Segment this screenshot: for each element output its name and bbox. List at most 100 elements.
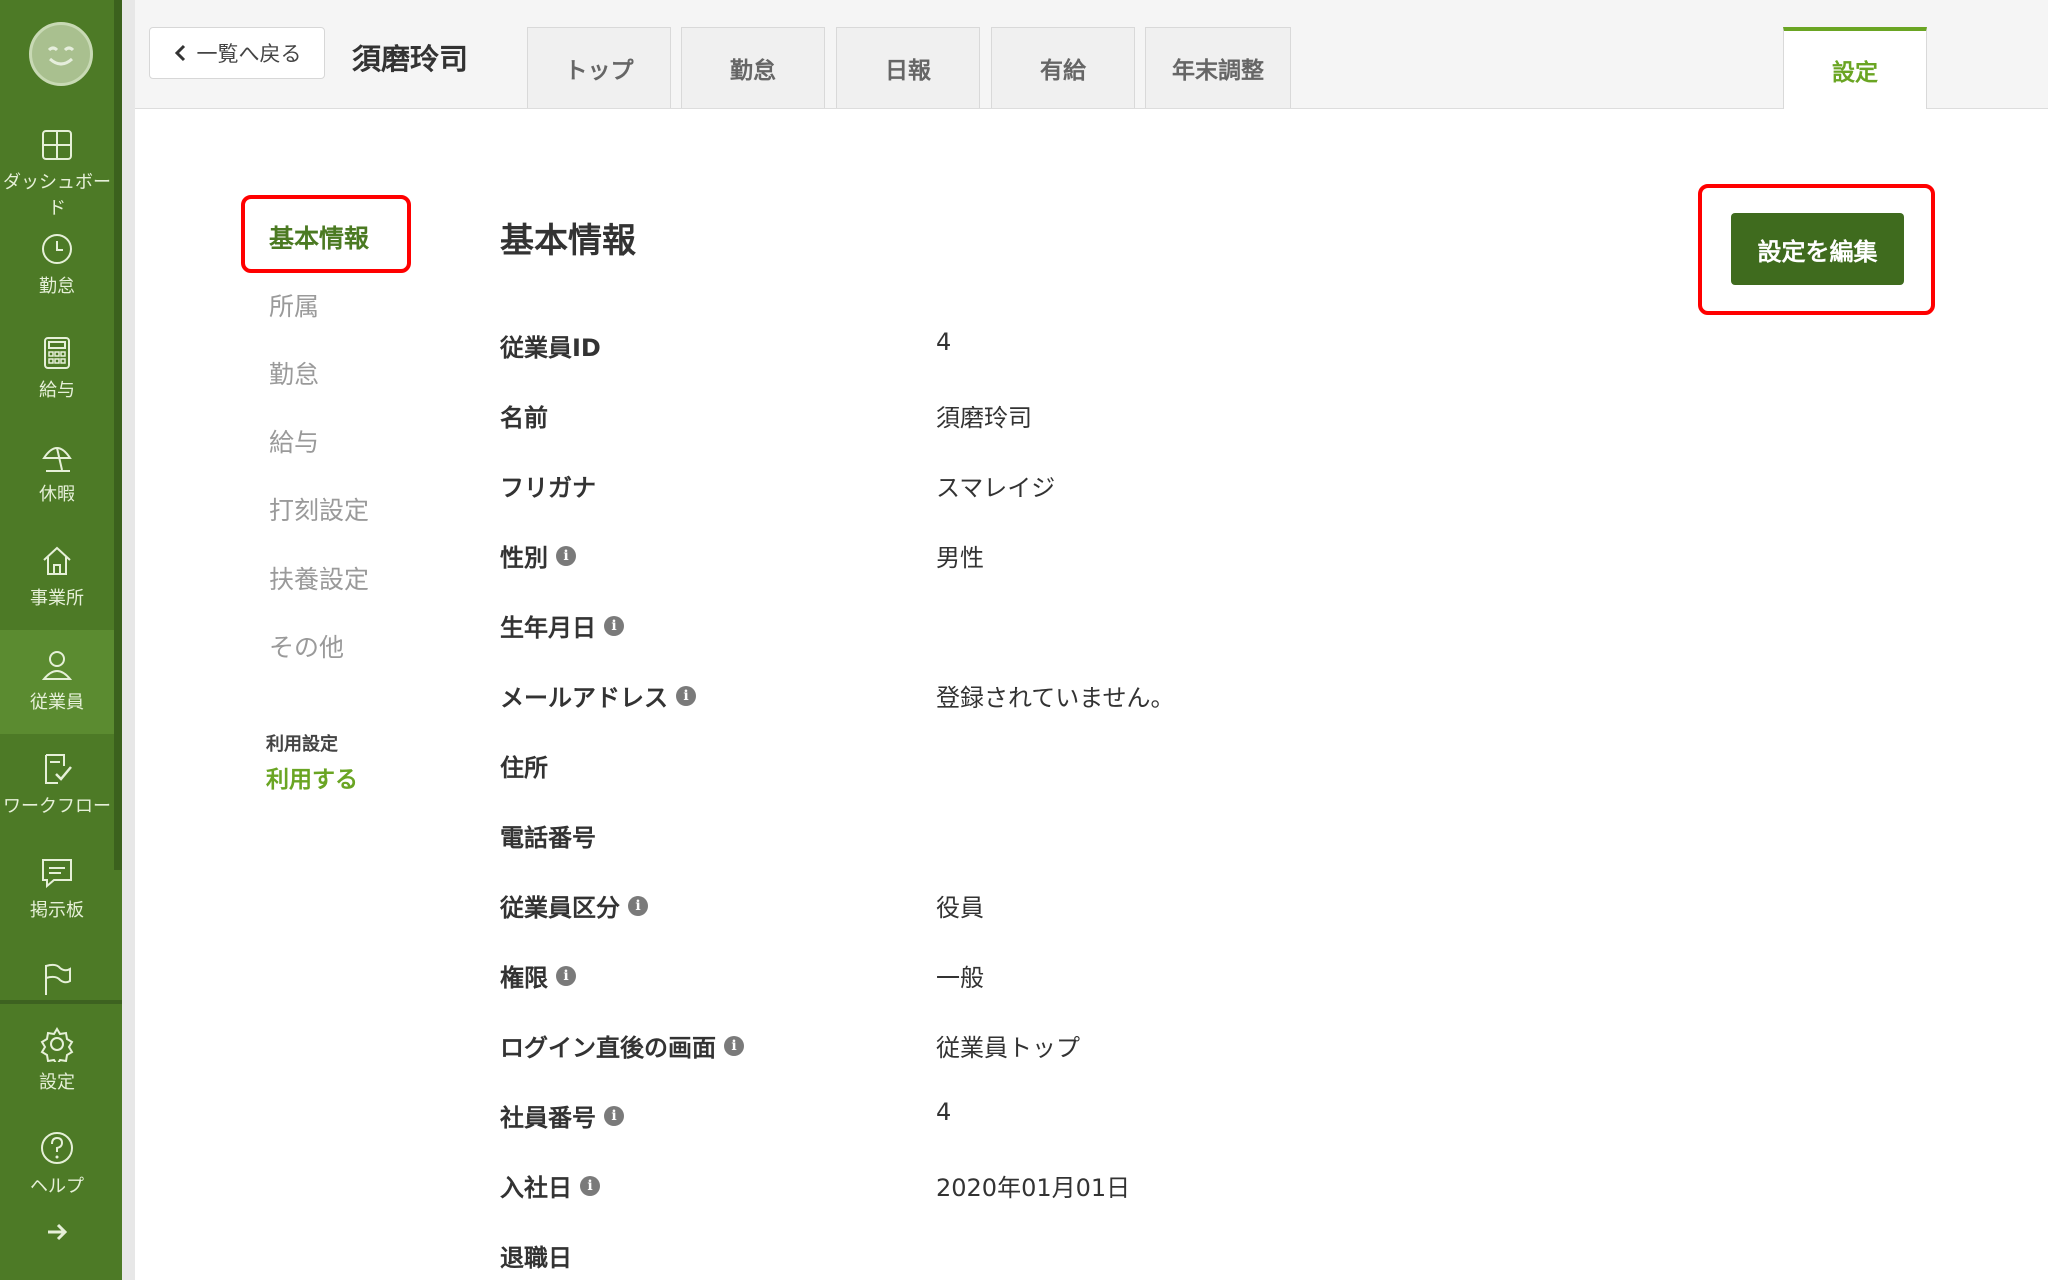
user-avatar-logo[interactable] [29,22,93,86]
sidebar-item-label: 掲示板 [30,900,84,921]
sidebar-item-office[interactable]: 事業所 [0,526,114,630]
sidebar-scrollbar[interactable] [114,0,122,870]
sidebar-item-label: 事業所 [30,588,84,609]
field-row-employee-id: 従業員ID 4 [500,328,1700,368]
sidebar-item-settings[interactable]: 設定 [0,1008,114,1112]
field-label: 電話番号 [500,824,596,852]
edit-settings-button[interactable]: 設定を編集 [1731,213,1904,285]
tab-daily-report[interactable]: 日報 [836,27,980,108]
field-row-phone: 電話番号 [500,818,1700,858]
info-icon[interactable]: i [556,545,576,566]
flag-icon [45,963,71,995]
field-label: ログイン直後の画面 i [500,1028,744,1063]
sidebar-item-leave[interactable]: 休暇 [0,422,114,526]
tab-attendance[interactable]: 勤怠 [681,27,825,108]
sidebar-item-label: 従業員 [30,692,84,713]
calculator-icon [44,337,70,369]
field-value: 4 [936,328,952,356]
home-icon [43,546,71,575]
sidebar-item-help[interactable]: ヘルプ [0,1112,114,1216]
field-row-address: 住所 [500,748,1700,788]
beach-umbrella-icon [42,447,72,472]
sidebar-expand-button[interactable] [0,1220,114,1260]
subnav-item-basic-info[interactable]: 基本情報 [269,219,369,255]
field-row-hire-date: 入社日 i 2020年01月01日 [500,1168,1700,1208]
sidebar-item-employees[interactable]: 従業員 [0,630,114,734]
arrow-right-icon [48,1223,68,1241]
field-row-furigana: フリガナ スマレイジ [500,468,1700,508]
tab-top[interactable]: トップ [527,27,671,108]
sidebar-item-label: ヘルプ [30,1176,84,1197]
info-icon[interactable]: i [604,1105,624,1126]
back-button-label: 一覧へ戻る [196,42,302,66]
sidebar-item-label: 設定 [39,1072,75,1093]
field-row-employee-type: 従業員区分 i 役員 [500,888,1700,928]
field-label: メールアドレス i [500,678,696,713]
field-label: 社員番号 i [500,1098,624,1133]
info-icon[interactable]: i [604,615,624,636]
sidebar-item-label: ダッシュボード [3,172,111,219]
field-row-gender: 性別 i 男性 [500,538,1700,578]
field-label: 従業員区分 i [500,888,648,923]
field-label: 退職日 [500,1244,572,1272]
subnav-item-affiliation[interactable]: 所属 [269,287,319,323]
field-value: 登録されていません。 [936,684,1175,712]
info-icon[interactable]: i [724,1035,744,1056]
info-icon[interactable]: i [556,965,576,986]
sidebar-divider [0,1000,122,1004]
content-edge [122,0,135,1280]
field-value: 須磨玲司 [936,404,1032,432]
usage-setting-label: 利用設定 [266,734,338,755]
sidebar-item-label: ワークフロー [3,796,111,817]
subnav-item-attendance[interactable]: 勤怠 [269,355,319,391]
info-icon[interactable]: i [628,895,648,916]
subnav-item-clock-settings[interactable]: 打刻設定 [269,491,369,527]
chat-icon [42,859,72,889]
sidebar-item-flag[interactable] [0,942,114,1000]
gear-icon [40,1027,74,1062]
field-row-name: 名前 須磨玲司 [500,398,1700,438]
header: 一覧へ戻る 須磨玲司 トップ 勤怠 日報 有給 年末調整 設定 [135,0,2048,109]
field-row-retirement-date: 退職日 [500,1238,1700,1278]
field-row-login-screen: ログイン直後の画面 i 従業員トップ [500,1028,1700,1068]
field-value: 男性 [936,544,984,572]
field-label: 住所 [500,754,548,782]
sidebar-item-board[interactable]: 掲示板 [0,838,114,942]
field-value: 役員 [936,894,984,922]
sidebar-item-attendance[interactable]: 勤怠 [0,214,114,318]
dashboard-icon [42,130,72,160]
tab-paid-leave[interactable]: 有給 [991,27,1135,108]
usage-setting-value[interactable]: 利用する [266,760,358,794]
field-row-birthdate: 生年月日 i [500,608,1700,648]
subnav-item-payroll[interactable]: 給与 [269,423,319,459]
clock-icon [42,234,72,264]
sidebar-item-payroll[interactable]: 給与 [0,318,114,422]
info-icon[interactable]: i [676,685,696,706]
info-icon[interactable]: i [580,1175,600,1196]
field-value: 4 [936,1098,952,1126]
section-title: 基本情報 [500,221,636,261]
help-icon [41,1132,73,1164]
subnav-item-other[interactable]: その他 [269,628,344,664]
sidebar-item-dashboard[interactable]: ダッシュボード [0,110,114,219]
field-label: 従業員ID [500,334,601,362]
tab-settings[interactable]: 設定 [1783,27,1927,109]
field-label: 入社日 i [500,1168,600,1203]
checklist-icon [45,754,72,784]
field-row-permission: 権限 i 一般 [500,958,1700,998]
field-value: 従業員トップ [936,1034,1080,1062]
field-value: スマレイジ [936,474,1056,502]
sidebar-item-label: 勤怠 [39,276,75,297]
subnav-item-dependents[interactable]: 扶養設定 [269,560,369,596]
person-icon [41,651,73,680]
chevron-left-icon [174,44,185,62]
field-label: 性別 i [500,538,576,573]
sidebar-item-workflow[interactable]: ワークフロー [0,734,114,838]
employee-name-title: 須磨玲司 [352,42,469,76]
tab-year-end[interactable]: 年末調整 [1145,27,1291,108]
field-label: フリガナ [500,474,596,502]
sidebar-item-label: 休暇 [39,484,75,505]
back-to-list-button[interactable]: 一覧へ戻る [149,27,325,79]
field-label: 権限 i [500,958,576,993]
field-value: 一般 [936,964,984,992]
